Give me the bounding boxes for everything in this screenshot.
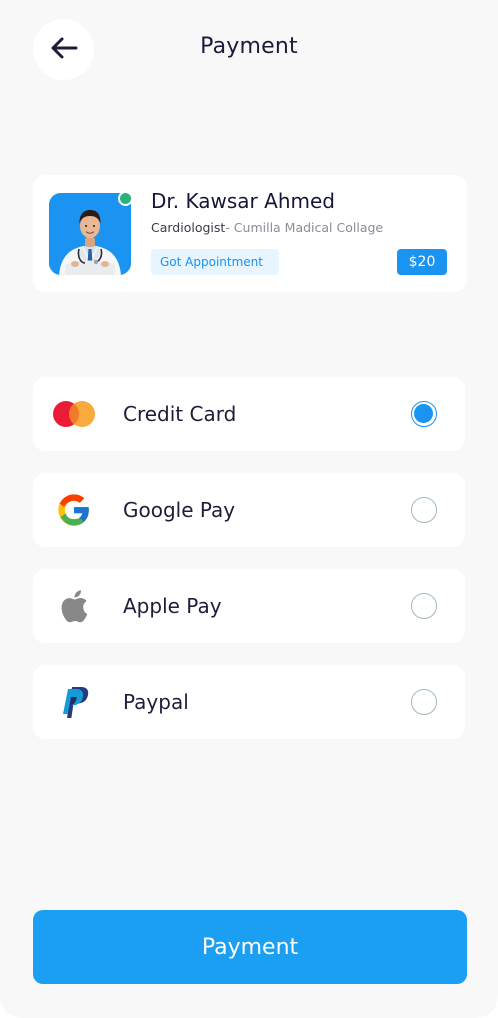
doctor-place: - Cumilla Madical Collage bbox=[225, 220, 384, 235]
method-google-pay[interactable]: Google Pay bbox=[33, 473, 465, 547]
doctor-specialty: Cardiologist bbox=[151, 220, 226, 235]
appointment-status-badge: Got Appointment bbox=[151, 249, 279, 275]
doctor-card[interactable]: Dr. Kawsar Ahmed Cardiologist- Cumilla M… bbox=[33, 175, 467, 292]
payment-methods-list: Credit Card Google Pay Apple Pay Paypal bbox=[33, 377, 465, 761]
mastercard-icon bbox=[51, 394, 97, 434]
apple-icon bbox=[51, 586, 97, 626]
online-status-dot bbox=[118, 191, 133, 206]
doctor-name: Dr. Kawsar Ahmed bbox=[151, 189, 335, 213]
method-label: Paypal bbox=[123, 690, 189, 714]
paypal-icon bbox=[51, 682, 97, 722]
payment-screen: Payment Dr. Kawsar Ahmed Cardiologist- C… bbox=[0, 0, 498, 1018]
payment-button[interactable]: Payment bbox=[33, 910, 467, 984]
method-label: Apple Pay bbox=[123, 594, 222, 618]
doctor-specialty-line: Cardiologist- Cumilla Madical Collage bbox=[151, 220, 383, 235]
method-radio[interactable] bbox=[411, 497, 437, 523]
google-icon bbox=[51, 490, 97, 530]
method-credit-card[interactable]: Credit Card bbox=[33, 377, 465, 451]
method-apple-pay[interactable]: Apple Pay bbox=[33, 569, 465, 643]
method-paypal[interactable]: Paypal bbox=[33, 665, 465, 739]
method-radio[interactable] bbox=[411, 593, 437, 619]
method-radio[interactable] bbox=[411, 401, 437, 427]
method-radio[interactable] bbox=[411, 689, 437, 715]
doctor-avatar bbox=[49, 193, 131, 275]
method-label: Credit Card bbox=[123, 402, 237, 426]
method-label: Google Pay bbox=[123, 498, 236, 522]
price-badge: $20 bbox=[397, 249, 447, 275]
page-title: Payment bbox=[200, 34, 298, 59]
